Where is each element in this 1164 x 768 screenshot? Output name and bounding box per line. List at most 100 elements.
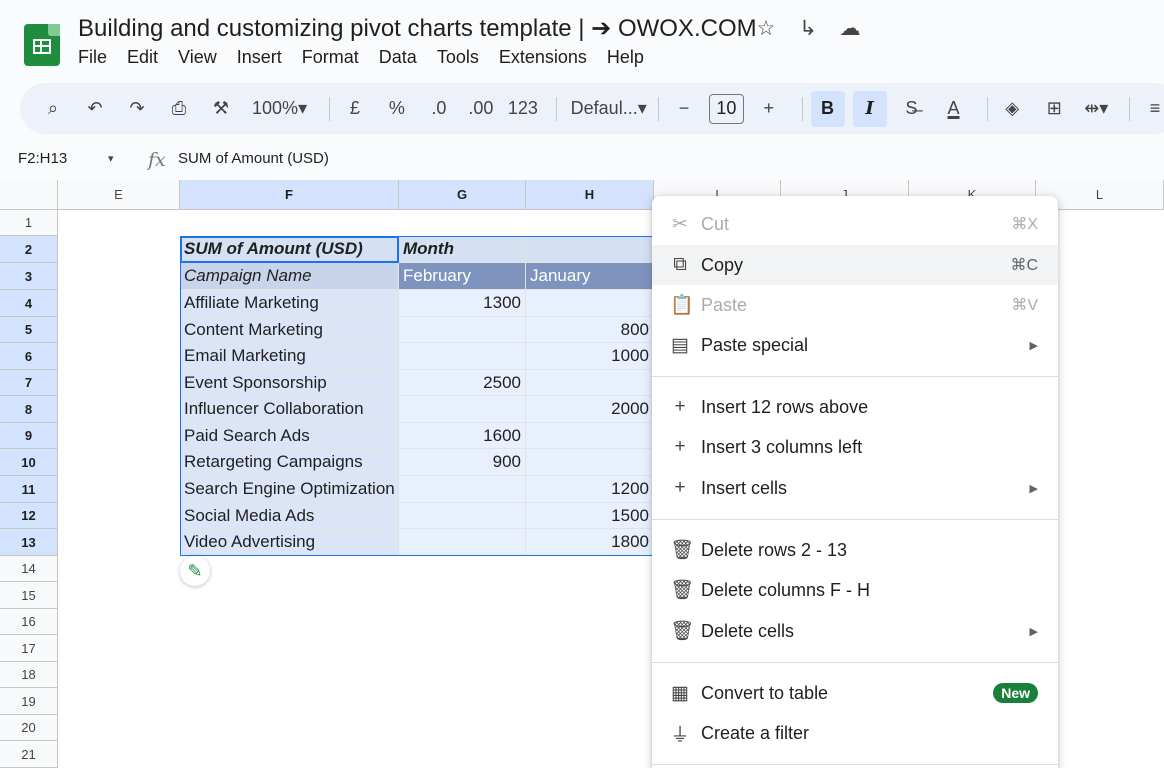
february-value[interactable] xyxy=(399,343,526,370)
cloud-status-icon[interactable]: ☁ xyxy=(836,16,864,41)
row-header[interactable]: 6 xyxy=(0,343,58,370)
pivot-header-empty[interactable] xyxy=(526,236,654,263)
menu-help[interactable]: Help xyxy=(607,47,644,68)
chevron-down-icon[interactable]: ▾ xyxy=(108,152,114,165)
february-value[interactable] xyxy=(399,396,526,423)
document-title[interactable]: Building and customizing pivot charts te… xyxy=(78,14,757,43)
select-all-corner[interactable] xyxy=(0,180,58,210)
pivot-month-label[interactable]: January xyxy=(526,263,654,290)
row-header[interactable]: 19 xyxy=(0,688,58,715)
january-value[interactable]: 800 xyxy=(526,317,654,343)
row-header[interactable]: 11 xyxy=(0,476,58,503)
campaign-name[interactable]: Email Marketing xyxy=(180,343,399,370)
february-value[interactable]: 1600 xyxy=(399,423,526,449)
column-header-e[interactable]: E xyxy=(58,180,180,210)
italic-button[interactable]: I xyxy=(852,90,887,127)
sheets-logo[interactable] xyxy=(24,24,60,66)
pivot-value-header[interactable]: SUM of Amount (USD) xyxy=(180,236,399,263)
january-value[interactable]: 1500 xyxy=(526,503,654,529)
row-header[interactable]: 5 xyxy=(0,317,58,343)
february-value[interactable] xyxy=(399,503,526,529)
increase-decimal-button[interactable]: .00 xyxy=(464,91,498,127)
row-header[interactable]: 20 xyxy=(0,715,58,741)
january-value[interactable] xyxy=(526,423,654,449)
menu-item-copy[interactable]: ⧉ Copy ⌘C xyxy=(652,245,1058,285)
pivot-row-label[interactable]: Campaign Name xyxy=(180,263,399,290)
align-left-icon[interactable]: ≡ xyxy=(1138,91,1164,127)
row-header[interactable]: 9 xyxy=(0,423,58,449)
menu-item-cut[interactable]: ✂ Cut ⌘X xyxy=(652,204,1058,244)
menu-item-delete-rows[interactable]: 🗑 Delete rows 2 - 13 xyxy=(652,530,1058,570)
february-value[interactable] xyxy=(399,476,526,503)
menu-item-insert-columns[interactable]: + Insert 3 columns left xyxy=(652,427,1058,467)
decrease-font-size-button[interactable]: − xyxy=(667,91,701,127)
increase-font-size-button[interactable]: + xyxy=(752,91,786,127)
number-format-button[interactable]: 123 xyxy=(506,91,540,127)
zoom-select[interactable]: 100% ▾ xyxy=(246,91,313,127)
january-value[interactable] xyxy=(526,370,654,396)
font-size-input[interactable]: 10 xyxy=(708,93,744,124)
campaign-name[interactable]: Content Marketing xyxy=(180,317,399,343)
menu-item-create-filter[interactable]: ⏚ Create a filter xyxy=(652,713,1058,753)
formula-input[interactable]: SUM of Amount (USD) xyxy=(178,150,329,167)
campaign-name[interactable]: Search Engine Optimization xyxy=(180,476,399,503)
menu-tools[interactable]: Tools xyxy=(437,47,479,68)
column-header-h[interactable]: H xyxy=(526,180,654,210)
menu-item-delete-columns[interactable]: 🗑 Delete columns F - H xyxy=(652,570,1058,610)
menu-edit[interactable]: Edit xyxy=(127,47,158,68)
column-header-f[interactable]: F xyxy=(180,180,399,210)
redo-icon[interactable]: ↷ xyxy=(120,91,154,127)
search-icon[interactable]: ⌕ xyxy=(36,91,70,127)
january-value[interactable]: 2000 xyxy=(526,396,654,423)
currency-format-button[interactable]: £ xyxy=(338,91,372,127)
february-value[interactable]: 1300 xyxy=(399,290,526,317)
february-value[interactable] xyxy=(399,317,526,343)
menu-item-paste-special[interactable]: ▤ Paste special ▶ xyxy=(652,325,1058,365)
campaign-name[interactable]: Video Advertising xyxy=(180,529,399,556)
menu-insert[interactable]: Insert xyxy=(237,47,282,68)
january-value[interactable]: 1800 xyxy=(526,529,654,556)
february-value[interactable]: 900 xyxy=(399,449,526,476)
name-box[interactable]: F2:H13 xyxy=(18,150,67,167)
campaign-name[interactable]: Influencer Collaboration xyxy=(180,396,399,423)
row-header[interactable]: 4 xyxy=(0,290,58,317)
menu-item-convert-to-table[interactable]: ▦ Convert to table New xyxy=(652,673,1058,713)
strikethrough-icon[interactable]: S̶ xyxy=(895,91,929,127)
text-color-button[interactable]: A xyxy=(937,91,971,127)
row-header[interactable]: 10 xyxy=(0,449,58,476)
campaign-name[interactable]: Paid Search Ads xyxy=(180,423,399,449)
row-header[interactable]: 18 xyxy=(0,662,58,688)
campaign-name[interactable]: Social Media Ads xyxy=(180,503,399,529)
february-value[interactable] xyxy=(399,529,526,556)
january-value[interactable] xyxy=(526,290,654,317)
campaign-name[interactable]: Retargeting Campaigns xyxy=(180,449,399,476)
paint-format-icon[interactable]: ⚒ xyxy=(204,91,238,127)
menu-format[interactable]: Format xyxy=(302,47,359,68)
menu-extensions[interactable]: Extensions xyxy=(499,47,587,68)
decrease-decimal-button[interactable]: .0 xyxy=(422,91,456,127)
undo-icon[interactable]: ↶ xyxy=(78,91,112,127)
menu-item-paste[interactable]: 📋 Paste ⌘V xyxy=(652,285,1058,325)
percent-format-button[interactable]: % xyxy=(380,91,414,127)
pivot-column-header[interactable]: Month xyxy=(399,236,526,263)
pivot-month-label[interactable]: February xyxy=(399,263,526,290)
campaign-name[interactable]: Event Sponsorship xyxy=(180,370,399,396)
january-value[interactable] xyxy=(526,449,654,476)
menu-file[interactable]: File xyxy=(78,47,107,68)
row-header[interactable]: 1 xyxy=(0,210,58,236)
row-header[interactable]: 16 xyxy=(0,609,58,635)
row-header[interactable]: 14 xyxy=(0,556,58,582)
fill-color-icon[interactable]: ◈ xyxy=(995,91,1029,127)
menu-item-insert-rows[interactable]: + Insert 12 rows above xyxy=(652,387,1058,427)
menu-item-delete-cells[interactable]: 🗑 Delete cells ▶ xyxy=(652,611,1058,651)
move-folder-icon[interactable]: ↳ xyxy=(794,16,822,41)
edit-pivot-table-icon[interactable]: ✎ xyxy=(180,556,210,586)
row-header[interactable]: 21 xyxy=(0,741,58,768)
january-value[interactable]: 1200 xyxy=(526,476,654,503)
row-header[interactable]: 8 xyxy=(0,396,58,423)
star-icon[interactable]: ☆ xyxy=(752,16,780,41)
row-header[interactable]: 2 xyxy=(0,236,58,263)
campaign-name[interactable]: Affiliate Marketing xyxy=(180,290,399,317)
column-header-g[interactable]: G xyxy=(399,180,526,210)
borders-icon[interactable]: ⊞ xyxy=(1037,91,1071,127)
